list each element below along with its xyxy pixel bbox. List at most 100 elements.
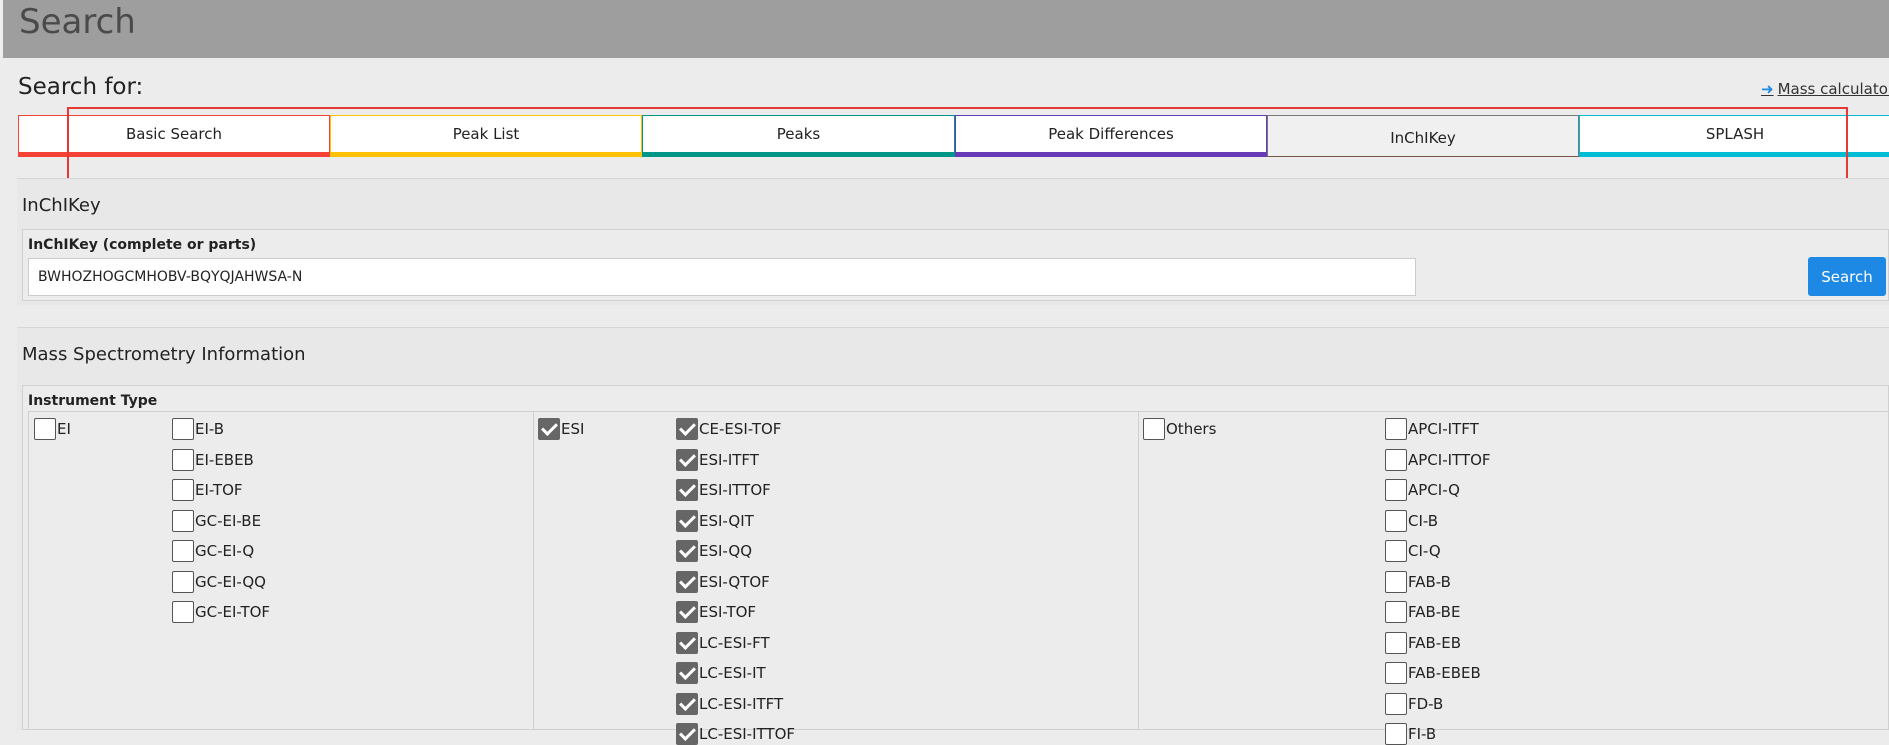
checkbox-lc-esi-itft[interactable]: LC-ESI-ITFT	[676, 692, 784, 715]
checkbox-empty-icon[interactable]	[1385, 570, 1407, 593]
checkbox-esi-itft[interactable]: ESI-ITFT	[676, 448, 759, 471]
tab-peak-list[interactable]: Peak List	[330, 115, 642, 157]
checkbox-checked-icon[interactable]	[676, 662, 698, 684]
checkbox-label: FI-B	[1408, 725, 1437, 743]
checkbox-empty-icon[interactable]	[172, 479, 194, 501]
tab-peaks[interactable]: Peaks	[642, 115, 955, 157]
checkbox-lc-esi-ft[interactable]: LC-ESI-FT	[676, 631, 770, 654]
inchikey-fieldset: InChIKey (complete or parts) Search	[22, 229, 1889, 301]
checkbox-fab-be[interactable]: FAB-BE	[1385, 601, 1460, 623]
checkbox-label: CE-ESI-TOF	[699, 420, 782, 438]
checkbox-label: GC-EI-QQ	[195, 572, 266, 591]
checkbox-empty-icon[interactable]	[1143, 418, 1165, 440]
tab-basic-search[interactable]: Basic Search	[18, 115, 330, 157]
checkbox-lc-esi-ittof[interactable]: LC-ESI-ITTOF	[676, 723, 795, 745]
page-header: Search	[0, 0, 1889, 58]
instrument-type-fieldset: Instrument Type EI EI-B EI-EBEB EI-TOF GC-EI…	[22, 385, 1889, 745]
checkbox-ei-tof[interactable]: EI-TOF	[172, 479, 243, 501]
checkbox-empty-icon[interactable]	[1385, 692, 1407, 715]
checkbox-checked-icon[interactable]	[676, 692, 698, 715]
checkbox-esi-ittof[interactable]: ESI-ITTOF	[676, 479, 771, 501]
checkbox-apci-ittof[interactable]: APCI-ITTOF	[1385, 448, 1491, 471]
checkbox-ei-b[interactable]: EI-B	[172, 418, 224, 440]
checkbox-empty-icon[interactable]	[1385, 631, 1407, 654]
checkbox-checked-icon[interactable]	[676, 509, 698, 532]
checkbox-empty-icon[interactable]	[1385, 479, 1407, 501]
checkbox-label: Others	[1166, 420, 1217, 438]
checkbox-empty-icon[interactable]	[172, 448, 194, 471]
checkbox-ci-b[interactable]: CI-B	[1385, 509, 1438, 532]
checkbox-empty-icon[interactable]	[172, 418, 194, 440]
checkbox-label: ESI-ITFT	[699, 450, 759, 469]
checkbox-label: APCI-Q	[1408, 481, 1460, 499]
checkbox-empty-icon[interactable]	[172, 601, 194, 623]
tab-label: Peak Differences	[1048, 125, 1174, 143]
checkbox-empty-icon[interactable]	[172, 509, 194, 532]
checkbox-checked-icon[interactable]	[676, 723, 698, 745]
checkbox-checked-icon[interactable]	[676, 601, 698, 623]
checkbox-label: ESI-QTOF	[699, 572, 770, 591]
search-button[interactable]: Search	[1808, 257, 1886, 296]
checkbox-checked-icon[interactable]	[676, 448, 698, 471]
checkbox-esi-qq[interactable]: ESI-QQ	[676, 540, 752, 562]
checkbox-empty-icon[interactable]	[172, 570, 194, 593]
checkbox-checked-icon[interactable]	[676, 631, 698, 654]
checkbox-checked-icon[interactable]	[676, 479, 698, 501]
checkbox-label: ESI-QIT	[699, 511, 754, 530]
checkbox-ei-ebeb[interactable]: EI-EBEB	[172, 448, 254, 471]
checkbox-label: LC-ESI-ITFT	[699, 694, 784, 713]
checkbox-empty-icon[interactable]	[1385, 601, 1407, 623]
mass-calculator-label: Mass calculator	[1777, 80, 1889, 98]
checkbox-empty-icon[interactable]	[1385, 540, 1407, 562]
mass-calculator-link[interactable]: ➜ Mass calculator	[1761, 80, 1889, 98]
checkbox-ce-esi-tof[interactable]: CE-ESI-TOF	[676, 418, 781, 440]
checkbox-label: GC-EI-BE	[195, 511, 262, 530]
tab-label: Basic Search	[125, 125, 222, 143]
checkbox-fab-eb[interactable]: FAB-EB	[1385, 631, 1461, 654]
checkbox-fi-b[interactable]: FI-B	[1385, 723, 1436, 745]
checkbox-label: APCI-ITTOF	[1408, 450, 1491, 469]
checkbox-fab-ebeb[interactable]: FAB-EBEB	[1385, 662, 1481, 684]
checkbox-gc-ei-q[interactable]: GC-EI-Q	[172, 540, 254, 562]
checkbox-apci-q[interactable]: APCI-Q	[1385, 479, 1460, 501]
checkbox-label: EI-EBEB	[195, 450, 254, 469]
checkbox-label: EI	[57, 420, 71, 438]
tab-inchikey[interactable]: InChIKey	[1267, 115, 1579, 157]
checkbox-checked-icon[interactable]	[676, 570, 698, 593]
inchikey-input[interactable]	[28, 258, 1416, 296]
checkbox-empty-icon[interactable]	[34, 418, 56, 440]
checkbox-checked-icon[interactable]	[676, 540, 698, 562]
checkbox-esi-tof[interactable]: ESI-TOF	[676, 601, 756, 623]
checkbox-fab-b[interactable]: FAB-B	[1385, 570, 1451, 593]
checkbox-empty-icon[interactable]	[1385, 418, 1407, 440]
checkbox-label: FAB-EB	[1408, 633, 1461, 652]
checkbox-checked-icon[interactable]	[538, 418, 560, 440]
checkbox-gc-ei-tof[interactable]: GC-EI-TOF	[172, 601, 270, 623]
checkbox-esi-qtof[interactable]: ESI-QTOF	[676, 570, 770, 593]
checkbox-esi-qit[interactable]: ESI-QIT	[676, 509, 754, 532]
checkbox-label: APCI-ITFT	[1408, 420, 1479, 438]
checkbox-gc-ei-qq[interactable]: GC-EI-QQ	[172, 570, 266, 593]
checkbox-ci-q[interactable]: CI-Q	[1385, 540, 1441, 562]
checkbox-empty-icon[interactable]	[1385, 723, 1407, 745]
checkbox-empty-icon[interactable]	[172, 540, 194, 562]
mass-spectrometry-panel: Mass Spectrometry Information Instrument…	[17, 327, 1889, 745]
checkbox-empty-icon[interactable]	[1385, 662, 1407, 684]
checkbox-empty-icon[interactable]	[1385, 509, 1407, 532]
checkbox-empty-icon[interactable]	[1385, 448, 1407, 471]
tab-label: Peak List	[452, 125, 520, 143]
group-checkbox-esi[interactable]: ESI	[538, 418, 584, 440]
checkbox-lc-esi-it[interactable]: LC-ESI-IT	[676, 662, 766, 684]
checkbox-label: ESI-QQ	[699, 542, 752, 560]
group-checkbox-others[interactable]: Others	[1143, 418, 1216, 440]
group-checkbox-ei[interactable]: EI	[34, 418, 71, 440]
checkbox-fd-b[interactable]: FD-B	[1385, 692, 1443, 715]
checkbox-checked-icon[interactable]	[676, 418, 698, 440]
checkbox-apci-itft[interactable]: APCI-ITFT	[1385, 418, 1479, 440]
checkbox-label: EI-TOF	[195, 481, 243, 499]
checkbox-gc-ei-be[interactable]: GC-EI-BE	[172, 509, 262, 532]
tab-label: Peaks	[776, 125, 821, 143]
checkbox-label: LC-ESI-ITTOF	[699, 725, 795, 743]
tab-splash[interactable]: SPLASH	[1579, 115, 1889, 157]
tab-peak-differences[interactable]: Peak Differences	[955, 115, 1267, 157]
